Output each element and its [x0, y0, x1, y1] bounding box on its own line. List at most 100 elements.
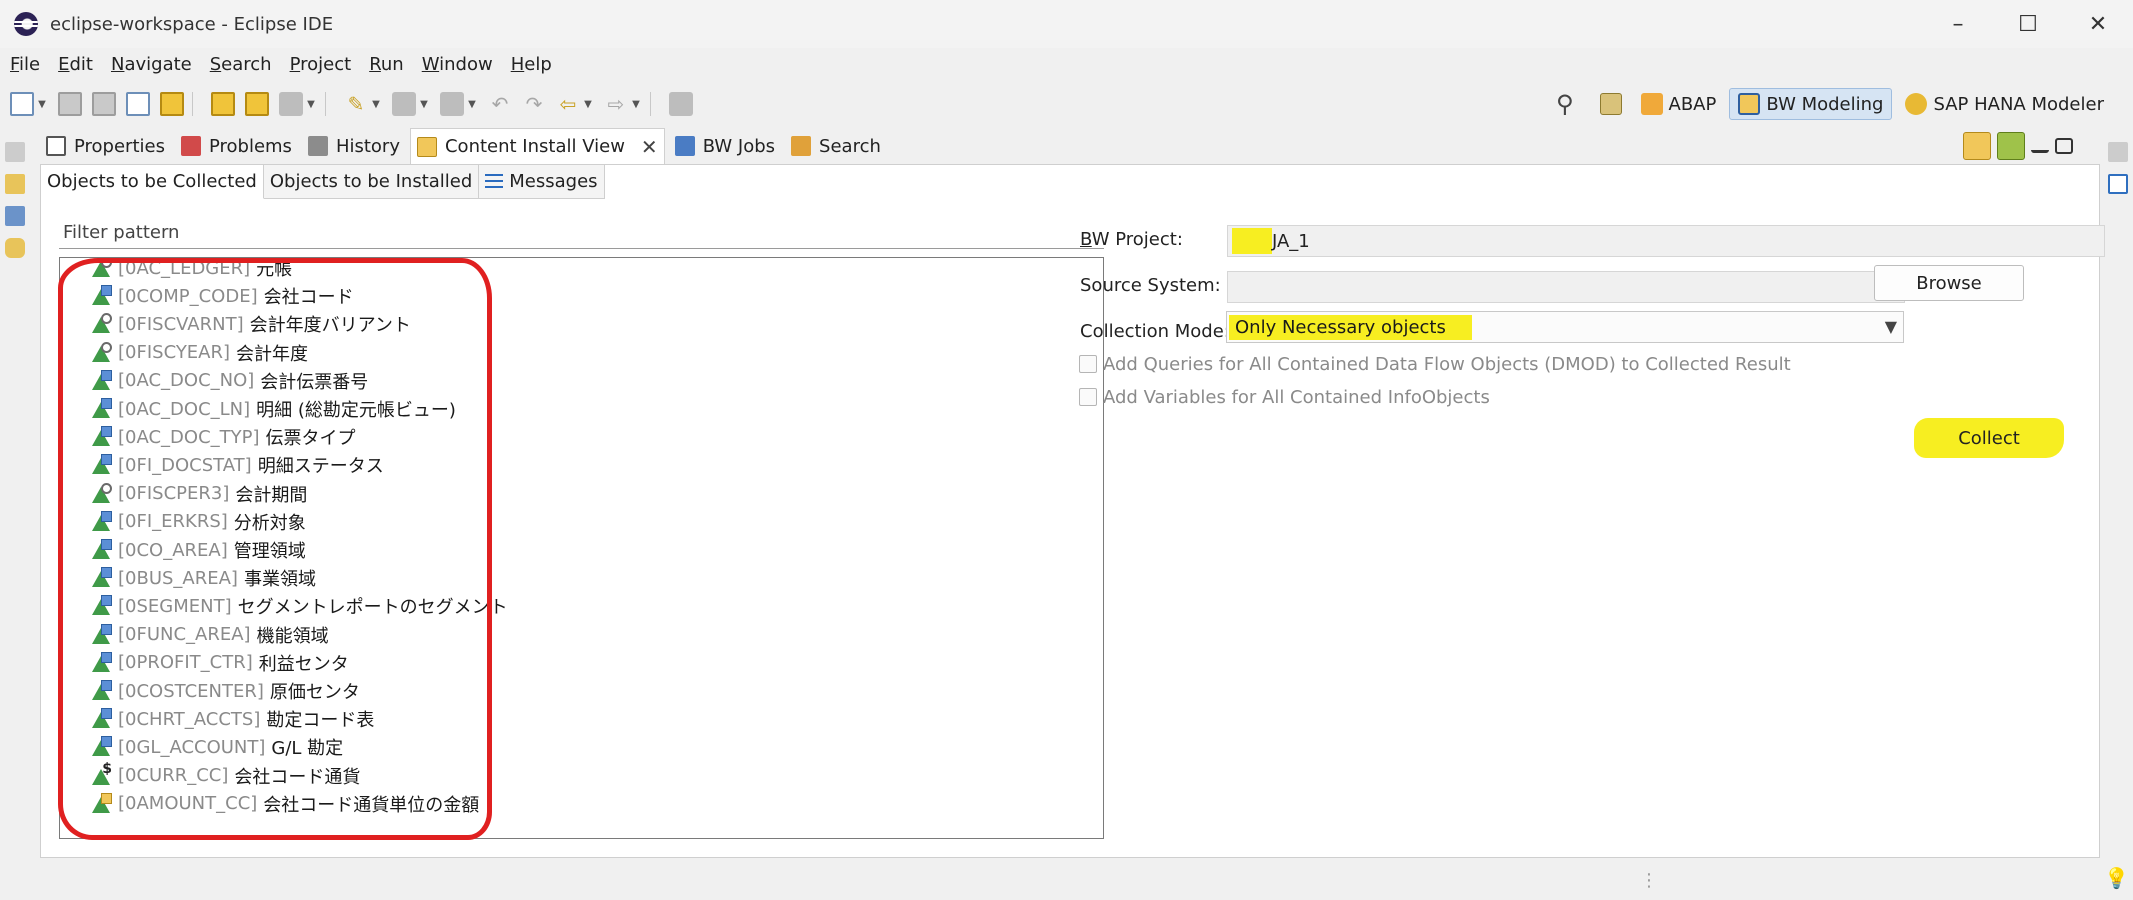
minimize-view-icon[interactable] — [2031, 139, 2049, 153]
tab-messages[interactable]: Messages — [479, 165, 605, 199]
tree-item[interactable]: [0COSTCENTER] 原価センタ — [90, 677, 360, 705]
tree-item[interactable]: [0FISCPER3] 会計期間 — [90, 480, 307, 508]
open-perspective-icon[interactable] — [1599, 93, 1622, 115]
browse-button[interactable]: Browse — [1874, 265, 2024, 301]
tab-objects-to-be-installed[interactable]: Objects to be Installed — [263, 165, 480, 199]
tree-item[interactable]: [0AC_DOC_LN] 明細 (総勘定元帳ビュー) — [90, 395, 456, 423]
collect-button[interactable]: Collect — [1914, 418, 2064, 458]
install-objects-icon[interactable] — [1997, 132, 2025, 160]
tree-item[interactable]: [0FUNC_AREA] 機能領域 — [90, 621, 329, 649]
search-icon[interactable]: ⚲ — [1556, 90, 1574, 118]
pin-dropdown-icon[interactable]: ▼ — [370, 92, 382, 116]
tree-item[interactable]: [0FISCVARNT] 会計年度バリアント — [90, 310, 411, 338]
restore-icon[interactable] — [5, 142, 25, 162]
tree-item[interactable]: [0FI_ERKRS] 分析対象 — [90, 508, 306, 536]
tree-item[interactable]: [0AMOUNT_CC] 会社コード通貨単位の金額 — [90, 790, 479, 818]
filter-input[interactable]: Filter pattern — [59, 217, 1104, 249]
database-icon[interactable] — [5, 238, 25, 258]
tab-search[interactable]: Search — [785, 128, 887, 164]
lightbulb-icon[interactable]: 💡 — [2104, 866, 2129, 890]
tree-item[interactable]: [0AC_LEDGER] 元帳 — [90, 258, 292, 282]
terminal-icon[interactable] — [126, 92, 150, 116]
collection-mode-select[interactable]: Only Necessary objects ▼ — [1226, 311, 1904, 343]
tree-item[interactable]: [0FISCYEAR] 会計年度 — [90, 339, 308, 367]
bw-project-field[interactable]: JA_1 — [1227, 225, 2105, 257]
pin-editor-icon[interactable] — [669, 92, 693, 116]
back-dropdown-icon[interactable]: ▼ — [582, 92, 594, 116]
forward-dropdown-icon[interactable]: ▼ — [630, 92, 642, 116]
infoobject-icon — [90, 567, 112, 589]
tree-item[interactable]: [0FI_DOCSTAT] 明細ステータス — [90, 451, 384, 479]
tab-objects-to-be-collected[interactable]: Objects to be Collected — [41, 165, 264, 199]
new-dropdown-icon[interactable]: ▼ — [36, 92, 48, 116]
add-queries-option[interactable]: Add Queries for All Contained Data Flow … — [1079, 350, 1791, 378]
menu-file[interactable]: File — [10, 54, 40, 75]
menu-project[interactable]: Project — [290, 54, 352, 75]
tree-item-description: 会計伝票番号 — [260, 371, 369, 393]
save-all-icon[interactable] — [92, 92, 116, 116]
tab-content-install-view[interactable]: Content Install View ✕ — [409, 128, 665, 164]
forward-icon[interactable]: ⇨ — [604, 92, 628, 116]
add-variables-option[interactable]: Add Variables for All Contained InfoObje… — [1079, 383, 1490, 411]
menu-search[interactable]: Search — [210, 54, 272, 75]
tree-item[interactable]: [0CO_AREA] 管理領域 — [90, 536, 306, 564]
tab-problems[interactable]: Problems — [175, 128, 298, 164]
last-edit-icon[interactable]: ↶ — [488, 92, 512, 116]
tree-item[interactable]: [0BUS_AREA] 事業領域 — [90, 564, 316, 592]
previous-annotation-dropdown-icon[interactable]: ▼ — [466, 92, 478, 116]
forward-edit-icon[interactable]: ↷ — [522, 92, 546, 116]
next-annotation-dropdown-icon[interactable]: ▼ — [418, 92, 430, 116]
add-variables-checkbox[interactable] — [1079, 388, 1097, 406]
minimize-button[interactable]: – — [1923, 0, 1993, 48]
perspective-hana-modeler-label: SAP HANA Modeler — [1933, 93, 2104, 115]
tree-item[interactable]: [0PROFIT_CTR] 利益センタ — [90, 649, 349, 677]
close-window-button[interactable]: ✕ — [2063, 0, 2133, 48]
close-icon[interactable]: ✕ — [641, 135, 658, 159]
menu-navigate[interactable]: Navigate — [111, 54, 192, 75]
save-icon[interactable] — [58, 92, 82, 116]
restore-right-icon[interactable] — [2108, 142, 2128, 162]
tree-item[interactable]: [0AC_DOC_NO] 会計伝票番号 — [90, 367, 368, 395]
collect-objects-icon[interactable] — [1963, 132, 1991, 160]
menu-window[interactable]: Window — [422, 54, 493, 75]
activate-dropdown-icon[interactable]: ▼ — [305, 92, 317, 116]
tree-item[interactable]: [0COMP_CODE] 会社コード — [90, 282, 354, 310]
tree-item-technical-name: [0FISCVARNT] — [118, 313, 244, 335]
bw-object-icon[interactable] — [211, 92, 235, 116]
menu-edit[interactable]: Edit — [58, 54, 93, 75]
menu-help[interactable]: Help — [511, 54, 552, 75]
next-annotation-icon[interactable] — [392, 92, 416, 116]
perspective-abap[interactable]: ABAP — [1632, 88, 1726, 120]
menu-project-mnemonic: P — [289, 53, 301, 75]
bw-repository-icon[interactable] — [5, 174, 25, 194]
tree-item[interactable]: [0GL_ACCOUNT] G/L 勘定 — [90, 733, 343, 761]
tree-item[interactable]: [0SEGMENT] セグメントレポートのセグメント — [90, 592, 508, 620]
previous-annotation-icon[interactable] — [440, 92, 464, 116]
tab-history[interactable]: History — [302, 128, 406, 164]
new-icon[interactable] — [10, 92, 34, 116]
maximize-view-icon[interactable] — [2055, 138, 2073, 154]
activate-icon[interactable] — [279, 92, 303, 116]
add-queries-label: Add Queries for All Contained Data Flow … — [1103, 353, 1791, 375]
open-type-icon[interactable] — [160, 92, 184, 116]
transport-icon[interactable] — [245, 92, 269, 116]
pin-icon[interactable]: ✎ — [344, 92, 368, 116]
chevron-down-icon[interactable]: ▼ — [1885, 317, 1897, 336]
perspective-bw-modeling[interactable]: BW Modeling — [1729, 88, 1893, 120]
perspective-hana-modeler[interactable]: SAP HANA Modeler — [1896, 88, 2113, 120]
view-panel-icon[interactable] — [2108, 174, 2128, 194]
tree-item[interactable]: [0CHRT_ACCTS] 勘定コード表 — [90, 705, 374, 733]
menu-run-label: un — [380, 53, 404, 75]
tree-item[interactable]: [0AC_DOC_TYP] 伝票タイプ — [90, 423, 356, 451]
tab-bw-jobs[interactable]: BW Jobs — [669, 128, 781, 164]
maximize-button[interactable]: ☐ — [1993, 0, 2063, 48]
tree-item[interactable]: $ [0CURR_CC] 会社コード通貨 — [90, 761, 360, 790]
back-icon[interactable]: ⇦ — [556, 92, 580, 116]
outline-icon[interactable] — [5, 206, 25, 226]
add-queries-checkbox[interactable] — [1079, 355, 1097, 373]
menu-run[interactable]: Run — [369, 54, 404, 75]
source-system-field[interactable] — [1227, 271, 1905, 303]
tab-properties[interactable]: Properties — [40, 128, 171, 164]
objects-tree[interactable]: [0AC_LEDGER] 元帳 [0COMP_CODE] 会社コード [0FISCVAR… — [59, 257, 1104, 839]
left-trim-bar — [0, 130, 30, 890]
